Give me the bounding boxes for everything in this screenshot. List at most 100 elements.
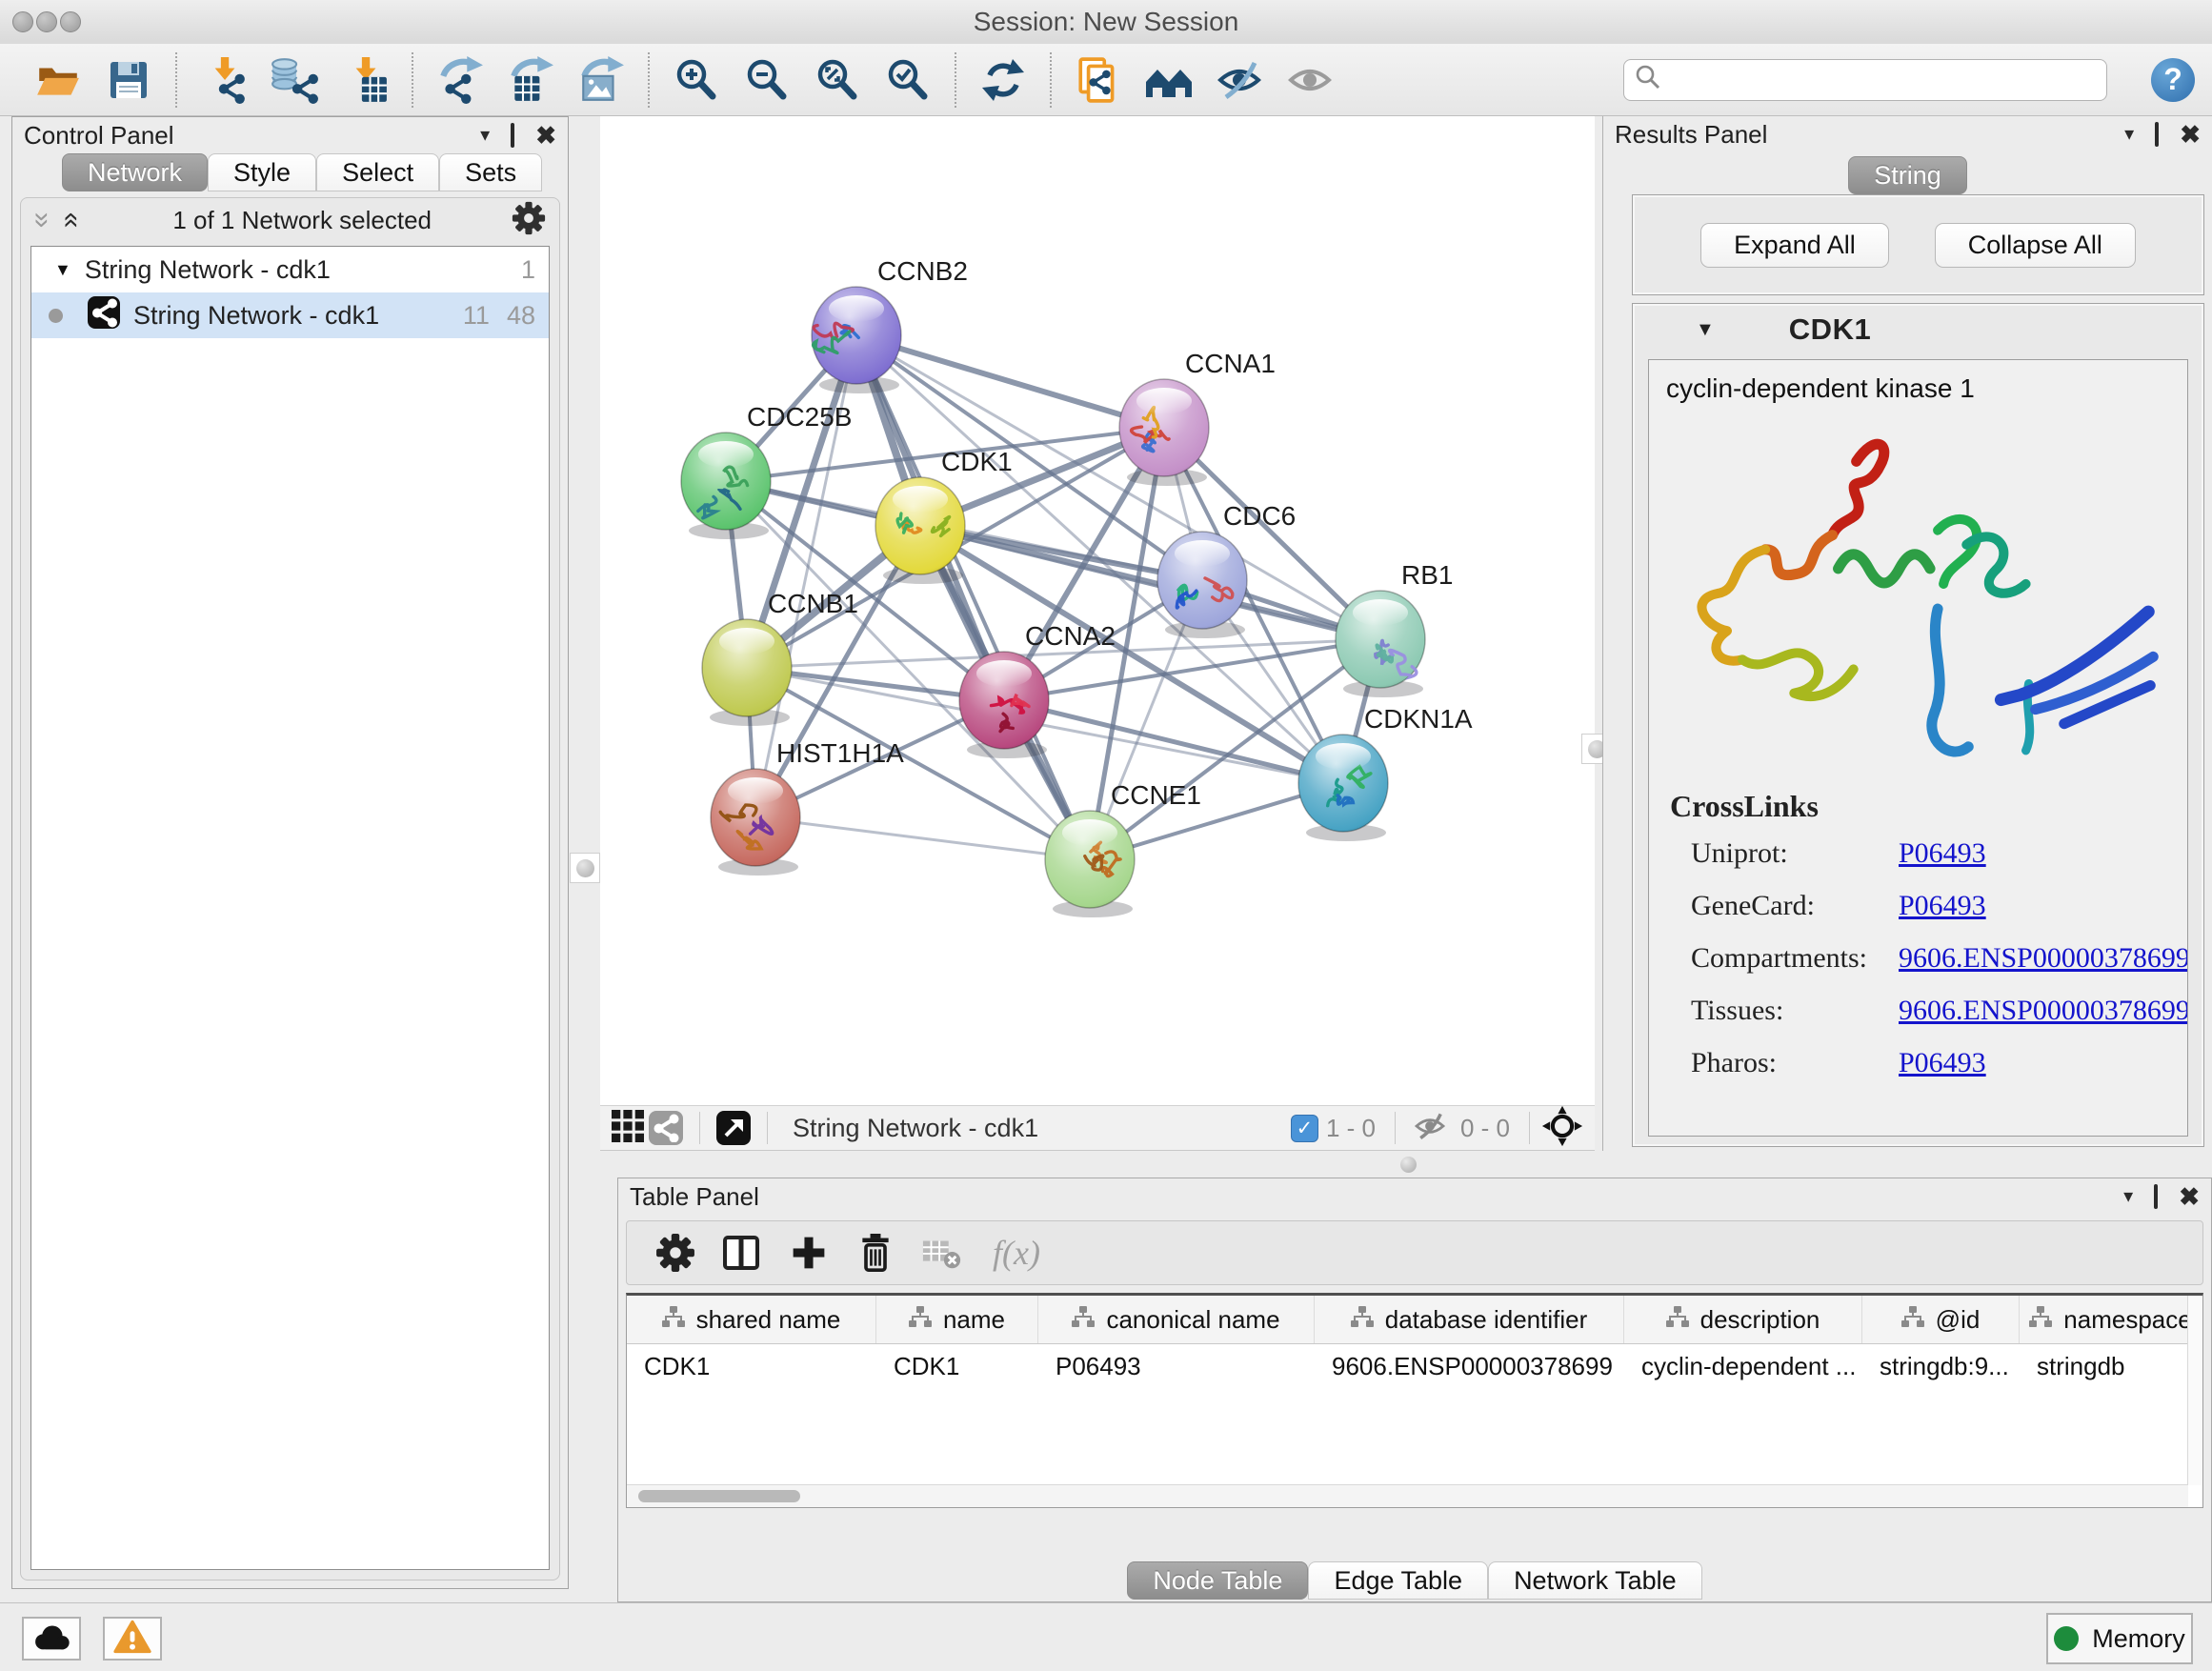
table-options-gear-icon[interactable] [654, 1232, 696, 1274]
network-node[interactable]: CCNA1 [1119, 349, 1276, 486]
import-network-from-database-icon[interactable] [270, 55, 319, 105]
collapse-panel-icon[interactable]: ▾ [480, 126, 490, 145]
column-header[interactable]: @id [1862, 1296, 2020, 1343]
network-row[interactable]: String Network - cdk1 11 48 [31, 292, 549, 338]
scrollbar-thumb[interactable] [638, 1490, 800, 1502]
network-collection-row[interactable]: ▼ String Network - cdk1 1 [31, 247, 549, 292]
birdseye-grid-icon[interactable] [612, 1110, 644, 1147]
tab-string[interactable]: String [1848, 156, 1967, 194]
cloud-button[interactable] [22, 1617, 81, 1661]
close-panel-icon[interactable]: ✖ [2179, 1184, 2200, 1209]
column-header[interactable]: shared name [627, 1296, 876, 1343]
tab-edge-table[interactable]: Edge Table [1308, 1561, 1488, 1600]
hide-selected-icon[interactable] [1215, 55, 1264, 105]
apply-layout-icon[interactable] [978, 55, 1028, 105]
open-session-icon[interactable] [33, 55, 83, 105]
crosslinks-heading: CrossLinks [1670, 789, 2187, 824]
import-table-icon[interactable] [340, 55, 390, 105]
close-panel-icon[interactable]: ✖ [535, 123, 556, 148]
clone-network-icon[interactable] [1074, 55, 1123, 105]
help-button[interactable]: ? [2151, 58, 2195, 102]
export-network-icon[interactable] [435, 55, 485, 105]
save-session-icon[interactable] [104, 55, 153, 105]
network-graph[interactable]: CCNB2 CCNA1 CDC25B CDK1 CDC6 RB1 CCNB1 [600, 116, 1595, 1105]
export-image-icon[interactable] [576, 55, 626, 105]
table-cell[interactable]: stringdb:9... [1862, 1344, 2020, 1388]
close-panel-icon[interactable]: ✖ [2180, 122, 2201, 147]
column-header[interactable]: database identifier [1315, 1296, 1624, 1343]
tab-select[interactable]: Select [316, 153, 439, 191]
tab-sets[interactable]: Sets [439, 153, 542, 191]
import-network-icon[interactable] [199, 55, 249, 105]
network-canvas[interactable]: CCNB2 CCNA1 CDC25B CDK1 CDC6 RB1 CCNB1 [600, 116, 1595, 1105]
zoom-in-icon[interactable] [672, 55, 721, 105]
selected-checkbox-icon[interactable]: ✓ [1291, 1115, 1318, 1142]
warnings-button[interactable] [103, 1617, 162, 1661]
zoom-out-icon[interactable] [742, 55, 792, 105]
table-row[interactable]: CDK1CDK1P064939606.ENSP00000378699cyclin… [627, 1344, 2202, 1388]
float-panel-icon[interactable] [2154, 1187, 2158, 1206]
string-home-icon[interactable] [1144, 55, 1194, 105]
network-node[interactable]: HIST1H1A [711, 738, 904, 876]
network-options-gear-icon[interactable] [512, 201, 546, 240]
tab-node-table[interactable]: Node Table [1127, 1561, 1308, 1600]
network-node[interactable]: CDKN1A [1298, 704, 1473, 841]
table-horizontal-scrollbar[interactable] [627, 1484, 2188, 1507]
gene-expand-icon[interactable]: ▼ [1696, 319, 1715, 341]
horizontal-splitter[interactable] [600, 1151, 2212, 1178]
table-cell[interactable]: cyclin-dependent ... [1624, 1344, 1862, 1388]
float-panel-icon[interactable] [2155, 125, 2159, 144]
search-icon [1634, 63, 1662, 96]
float-panel-icon[interactable] [511, 126, 514, 145]
tab-network[interactable]: Network [62, 153, 208, 191]
network-node[interactable]: CCNE1 [1045, 780, 1201, 917]
memory-button[interactable]: Memory [2046, 1613, 2193, 1664]
table-cell[interactable]: CDK1 [876, 1344, 1038, 1388]
network-edge[interactable] [856, 335, 1090, 859]
show-columns-icon[interactable] [721, 1232, 763, 1274]
collapse-panel-icon[interactable]: ▾ [2123, 1187, 2133, 1206]
network-node[interactable]: CCNB2 [812, 256, 968, 393]
column-header[interactable]: description [1624, 1296, 1862, 1343]
table-cell[interactable]: 9606.ENSP00000378699 [1315, 1344, 1624, 1388]
search-input[interactable] [1662, 64, 2097, 95]
collection-expand-icon[interactable]: ▼ [54, 260, 71, 280]
table-vertical-scrollbar[interactable] [2187, 1296, 2202, 1485]
column-header[interactable]: namespace [2020, 1296, 2202, 1343]
birdseye-crosshair-icon[interactable] [1541, 1105, 1583, 1152]
crosslink-value-link[interactable]: 9606.ENSP00000378699 [1899, 995, 2188, 1027]
network-edge[interactable] [1004, 700, 1343, 783]
collapse-all-networks-icon[interactable]: » [26, 212, 58, 229]
zoom-fit-icon[interactable] [813, 55, 862, 105]
open-in-window-icon[interactable] [716, 1111, 751, 1145]
tab-style[interactable]: Style [208, 153, 316, 191]
column-header[interactable]: name [876, 1296, 1038, 1343]
network-share-toggle-icon[interactable] [649, 1111, 683, 1145]
tab-network-table[interactable]: Network Table [1488, 1561, 1702, 1600]
expand-all-button[interactable]: Expand All [1700, 223, 1889, 268]
crosslink-value-link[interactable]: 9606.ENSP00000378699 [1899, 942, 2188, 975]
crosslink-value-link[interactable]: P06493 [1899, 837, 2188, 870]
add-column-icon[interactable] [788, 1232, 830, 1274]
network-share-icon [88, 296, 120, 335]
delete-column-icon[interactable] [855, 1232, 896, 1274]
network-edge[interactable] [755, 817, 1090, 859]
crosslink-value-link[interactable]: P06493 [1899, 1047, 2188, 1079]
network-node[interactable]: RB1 [1336, 560, 1453, 697]
left-splitter-handle[interactable] [570, 853, 600, 883]
expand-all-networks-icon[interactable]: « [55, 212, 88, 229]
table-cell[interactable]: CDK1 [627, 1344, 876, 1388]
export-table-icon[interactable] [506, 55, 555, 105]
network-node[interactable]: CDK1 [875, 447, 1013, 584]
collapse-panel-icon[interactable]: ▾ [2124, 125, 2134, 144]
table-cell[interactable]: P06493 [1038, 1344, 1315, 1388]
left-splitter[interactable] [569, 116, 600, 1589]
hidden-eye-slash-icon[interactable] [1407, 1103, 1453, 1154]
network-edge[interactable] [856, 335, 1164, 428]
crosslink-value-link[interactable]: P06493 [1899, 890, 2188, 922]
gene-entry-header[interactable]: ▼ CDK1 [1633, 304, 2203, 355]
table-cell[interactable]: stringdb [2020, 1344, 2202, 1388]
zoom-selected-icon[interactable] [883, 55, 933, 105]
column-header[interactable]: canonical name [1038, 1296, 1315, 1343]
collapse-all-button[interactable]: Collapse All [1935, 223, 2136, 268]
